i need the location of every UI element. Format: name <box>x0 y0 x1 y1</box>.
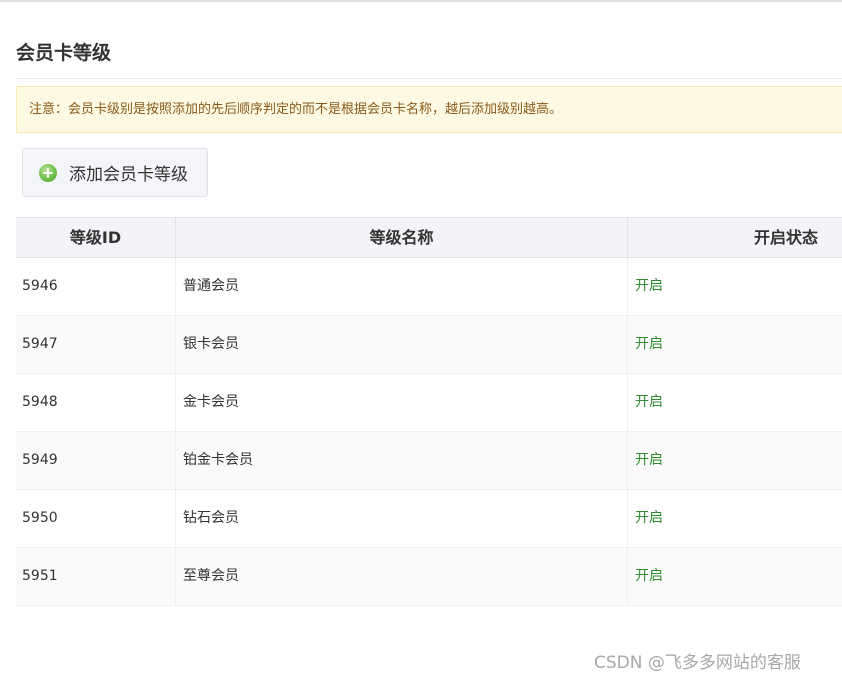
column-header-level-id: 等级ID <box>16 218 176 257</box>
table-row: 5948 金卡会员 开启 <box>16 374 842 432</box>
member-level-table: 等级ID 等级名称 开启状态 5946 普通会员 开启 5947 银卡会员 开启… <box>16 217 842 606</box>
cell-level-id: 5951 <box>16 548 176 605</box>
cell-level-id: 5947 <box>16 316 176 373</box>
table-row: 5950 钻石会员 开启 <box>16 490 842 548</box>
table-row: 5946 普通会员 开启 <box>16 258 842 316</box>
cell-level-name: 至尊会员 <box>176 548 628 605</box>
cell-level-name: 银卡会员 <box>176 316 628 373</box>
table-header: 等级ID 等级名称 开启状态 <box>16 217 842 258</box>
add-member-level-button[interactable]: 添加会员卡等级 <box>22 148 208 197</box>
cell-level-id: 5948 <box>16 374 176 431</box>
title-divider <box>16 78 842 79</box>
column-header-level-name: 等级名称 <box>176 218 628 257</box>
top-border <box>0 0 842 2</box>
table-row: 5951 至尊会员 开启 <box>16 548 842 606</box>
cell-status: 开启 <box>635 278 663 294</box>
table-row: 5947 银卡会员 开启 <box>16 316 842 374</box>
csdn-watermark: CSDN @飞多多网站的客服 <box>594 653 801 673</box>
cell-level-name: 金卡会员 <box>176 374 628 431</box>
page-title: 会员卡等级 <box>16 42 112 64</box>
add-member-level-label: 添加会员卡等级 <box>69 165 188 185</box>
cell-level-id: 5946 <box>16 258 176 315</box>
cell-level-name: 普通会员 <box>176 258 628 315</box>
cell-status: 开启 <box>635 452 663 468</box>
cell-status: 开启 <box>635 394 663 410</box>
plus-circle-icon <box>39 163 57 182</box>
cell-level-id: 5950 <box>16 490 176 547</box>
cell-status: 开启 <box>635 568 663 584</box>
cell-status: 开启 <box>635 336 663 352</box>
notice-banner: 注意：会员卡级别是按照添加的先后顺序判定的而不是根据会员卡名称，越后添加级别越高… <box>16 86 842 133</box>
cell-level-name: 铂金卡会员 <box>176 432 628 489</box>
page: 会员卡等级 注意：会员卡级别是按照添加的先后顺序判定的而不是根据会员卡名称，越后… <box>0 0 842 680</box>
cell-status: 开启 <box>635 510 663 526</box>
table-row: 5949 铂金卡会员 开启 <box>16 432 842 490</box>
cell-level-id: 5949 <box>16 432 176 489</box>
cell-level-name: 钻石会员 <box>176 490 628 547</box>
table-body: 5946 普通会员 开启 5947 银卡会员 开启 5948 金卡会员 开启 5… <box>16 258 842 606</box>
column-header-status: 开启状态 <box>753 228 818 247</box>
